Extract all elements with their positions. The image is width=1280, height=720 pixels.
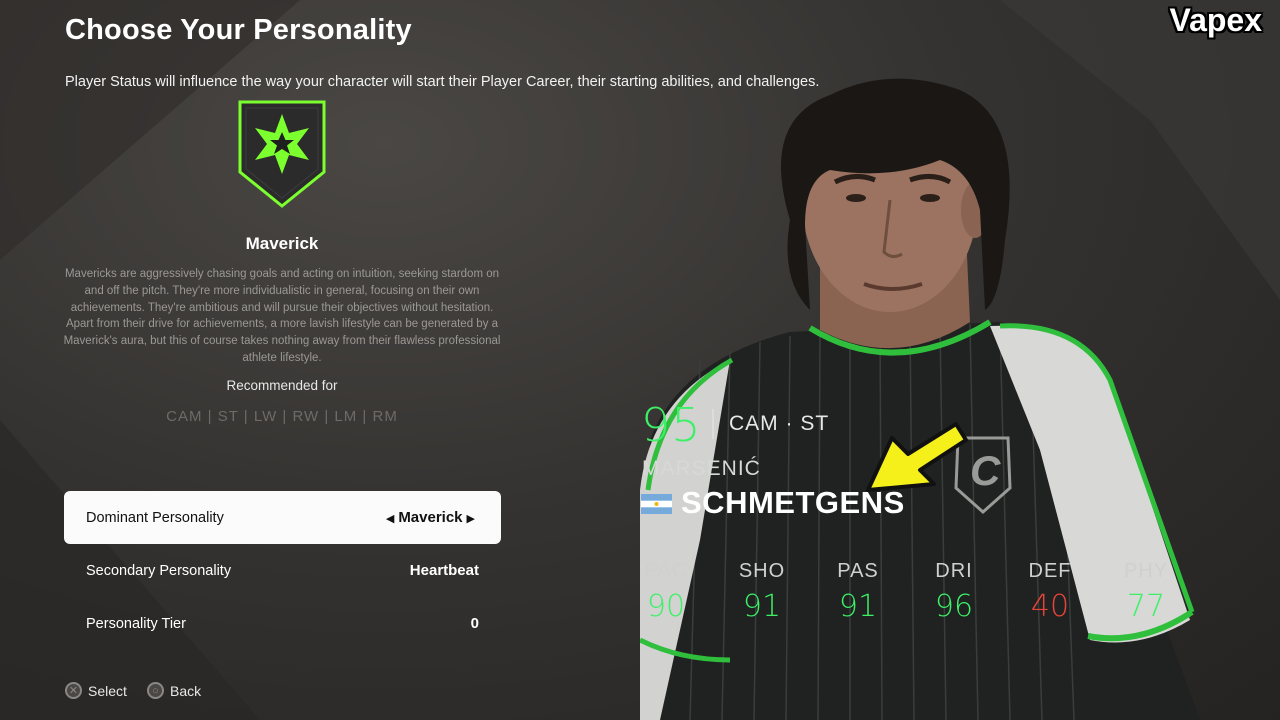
back-hint[interactable]: ○ Back xyxy=(147,682,201,699)
dominant-personality-value: Maverick xyxy=(398,509,463,526)
circle-button-icon: ○ xyxy=(147,682,164,699)
arrow-left-icon[interactable]: ◀ xyxy=(386,513,394,525)
svg-text:C: C xyxy=(970,447,1001,494)
argentina-flag-icon xyxy=(641,494,672,514)
stat-value-pas: 91 xyxy=(838,589,878,624)
player-last-name: SCHMETGENS xyxy=(681,485,905,520)
stat-value-pac: 90 xyxy=(646,589,686,624)
stat-label-pas: PAS xyxy=(837,560,879,582)
arrow-right-icon[interactable]: ▶ xyxy=(467,513,475,525)
back-hint-label: Back xyxy=(170,682,202,699)
stat-value-dri: 96 xyxy=(934,589,974,624)
select-hint[interactable]: ✕ Select xyxy=(65,682,127,699)
player-positions: CAM · ST xyxy=(729,412,830,435)
secondary-personality-label: Secondary Personality xyxy=(86,562,232,579)
star-shield-icon xyxy=(238,100,326,208)
player-first-name: MARSENIĆ xyxy=(642,457,761,480)
stat-value-phy: 77 xyxy=(1126,589,1166,624)
stat-label-def: DEF xyxy=(1028,560,1072,582)
stat-label-pac: PAC xyxy=(644,560,688,582)
select-hint-label: Select xyxy=(88,682,127,699)
personality-name: Maverick xyxy=(245,234,319,253)
stat-label-dri: DRI xyxy=(935,560,973,582)
personality-tier-row[interactable]: Personality Tier 0 xyxy=(64,597,501,650)
dominant-personality-label: Dominant Personality xyxy=(86,509,224,526)
personality-tier-value: 0 xyxy=(470,615,479,632)
page-title: Choose Your Personality xyxy=(65,14,412,46)
secondary-personality-row[interactable]: Secondary Personality Heartbeat xyxy=(64,544,501,597)
stat-value-def: 40 xyxy=(1030,589,1070,624)
cross-button-icon: ✕ xyxy=(65,682,82,699)
secondary-personality-value: Heartbeat xyxy=(409,562,479,579)
overall-rating: 95 xyxy=(641,398,702,452)
divider xyxy=(712,409,714,439)
watermark: Vapex xyxy=(1169,2,1262,38)
personality-description: Mavericks are aggressively chasing goals… xyxy=(63,268,501,364)
stat-label-sho: SHO xyxy=(738,560,786,582)
dominant-personality-selector[interactable]: Dominant Personality ◀ Maverick ▶ xyxy=(64,491,501,544)
recommended-positions: CAM | ST | LW | RW | LM | RM xyxy=(166,408,398,425)
stat-value-sho: 91 xyxy=(742,589,782,624)
personality-tier-label: Personality Tier xyxy=(86,615,186,632)
stat-label-phy: PHY xyxy=(1123,560,1169,582)
recommended-label: Recommended for xyxy=(226,378,338,393)
